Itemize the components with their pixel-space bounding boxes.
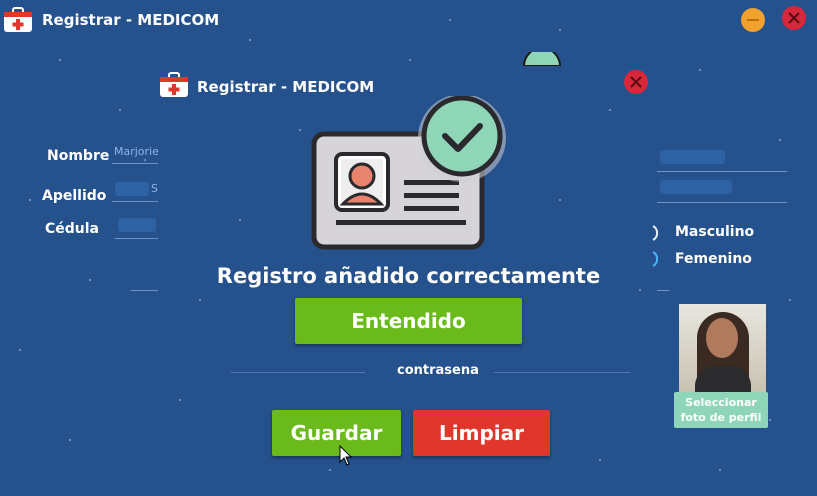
profile-photo: [679, 304, 766, 392]
decorative-semicircle: [522, 52, 562, 66]
dialog-message: Registro añadido correctamente: [216, 264, 601, 288]
registration-window: Registrar - MEDICOM Nombre Marjorie Apel…: [0, 0, 817, 496]
close-icon: [788, 12, 800, 24]
check-badge-icon: [418, 96, 506, 182]
select-photo-button[interactable]: Seleccionar foto de perfil: [674, 392, 768, 428]
close-icon: [630, 76, 642, 88]
apellido-input[interactable]: S: [151, 182, 158, 195]
apellido-label: Apellido: [42, 188, 107, 204]
medical-kit-icon: [4, 7, 32, 32]
dialog-title: Registrar - MEDICOM: [197, 78, 375, 96]
save-button[interactable]: Guardar: [272, 410, 401, 456]
cedula-label: Cédula: [45, 221, 100, 237]
cedula-input[interactable]: [118, 218, 156, 232]
dialog-close-button[interactable]: [624, 70, 648, 94]
id-card-icon: [311, 96, 506, 250]
nombre-input[interactable]: Marjorie: [114, 145, 159, 158]
window-title: Registrar - MEDICOM: [42, 11, 220, 29]
contrasena-label: contrasena: [397, 363, 479, 378]
minimize-icon: [747, 19, 759, 21]
ok-button[interactable]: Entendido: [295, 298, 522, 344]
gender-radio-group[interactable]: [651, 224, 665, 268]
cursor-icon: [339, 445, 353, 466]
close-button[interactable]: [782, 6, 806, 30]
masculino-radio-label[interactable]: Masculino: [675, 224, 754, 240]
clear-button[interactable]: Limpiar: [413, 410, 550, 456]
nombre-label: Nombre: [47, 148, 110, 164]
medical-kit-icon: [160, 72, 188, 97]
minimize-button[interactable]: [741, 8, 765, 32]
